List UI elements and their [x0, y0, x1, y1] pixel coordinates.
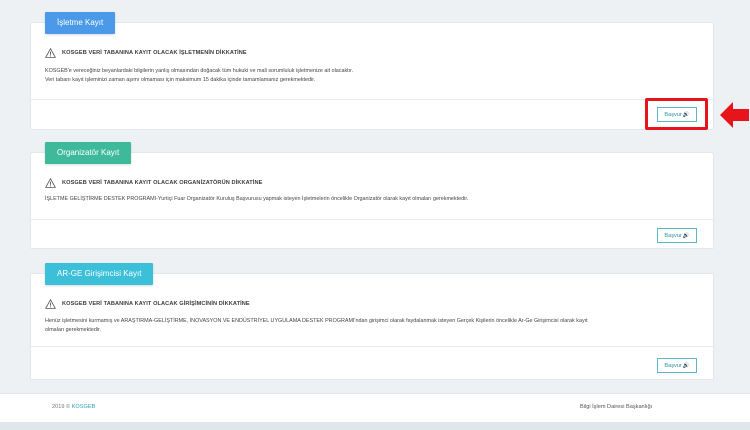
organizer-apply-button[interactable]: Başvur 🔊: [657, 228, 697, 243]
speaker-icon: 🔊: [682, 232, 690, 239]
rnd-divider: [31, 346, 713, 347]
footer: 2019 © KOSGEB Bilgi İşlem Dairesi Başkan…: [0, 393, 750, 422]
rnd-info-line: Henüz işletmesini kurmamış ve ARAŞTIRMA-…: [45, 318, 588, 324]
highlight-box: [645, 98, 708, 130]
red-arrow-left-icon: [720, 102, 749, 128]
organizer-registration-header: Organizatör Kayıt: [45, 142, 132, 164]
business-info: KOSGEB'e vereceğiniz beyanlardaki bilgil…: [45, 67, 699, 85]
warning-triangle-icon: [45, 48, 56, 58]
speaker-icon: 🔊: [682, 362, 690, 369]
business-info-line: Veri tabanı kayıt işleminizi zaman aşımı…: [45, 77, 316, 83]
rnd-entrepreneur-registration-header: AR-GE Girişimcisi Kayıt: [45, 263, 154, 285]
organizer-warning: KOSGEB VERİ TABANINA KAYIT OLACAK ORGANİ…: [45, 178, 262, 188]
organizer-apply-label: Başvur: [664, 232, 682, 239]
business-registration-card: İşletme Kayıt KOSGEB VERİ TABANINA KAYIT…: [30, 12, 714, 130]
organizer-warning-text: KOSGEB VERİ TABANINA KAYIT OLACAK ORGANİ…: [62, 180, 263, 186]
rnd-apply-button[interactable]: Başvur 🔊: [657, 358, 697, 373]
rnd-info: Henüz işletmesini kurmamış ve ARAŞTIRMA-…: [45, 317, 699, 335]
rnd-entrepreneur-registration-card: AR-GE Girişimcisi Kayıt KOSGEB VERİ TABA…: [30, 263, 714, 380]
organizer-registration-card: Organizatör Kayıt KOSGEB VERİ TABANINA K…: [30, 142, 714, 249]
rnd-apply-label: Başvur: [664, 362, 682, 369]
organizer-info: İŞLETME GELİŞTİRME DESTEK PROGRAMI-Yurti…: [45, 195, 699, 204]
footer-department: Bilgi İşlem Dairesi Başkanlığı: [580, 404, 653, 410]
organizer-info-line: İŞLETME GELİŞTİRME DESTEK PROGRAMI-Yurti…: [45, 196, 469, 202]
business-warning-text: KOSGEB VERİ TABANINA KAYIT OLACAK İŞLETM…: [62, 50, 247, 56]
footer-brand-link[interactable]: KOSGEB: [72, 404, 96, 410]
rnd-info-line: olmaları gerekmektedir.: [45, 327, 102, 333]
footer-copyright-text: 2019 ©: [52, 404, 71, 410]
business-registration-header: İşletme Kayıt: [45, 12, 116, 34]
warning-triangle-icon: [45, 178, 56, 188]
warning-triangle-icon: [45, 299, 56, 309]
business-info-line: KOSGEB'e vereceğiniz beyanlardaki bilgil…: [45, 68, 354, 74]
rnd-warning-text: KOSGEB VERİ TABANINA KAYIT OLACAK GİRİŞİ…: [62, 301, 250, 307]
organizer-divider: [31, 219, 713, 220]
footer-copyright: 2019 © KOSGEB: [52, 404, 95, 410]
business-divider: [31, 99, 713, 100]
rnd-warning: KOSGEB VERİ TABANINA KAYIT OLACAK GİRİŞİ…: [45, 299, 250, 309]
bottom-strip: [0, 422, 750, 430]
business-warning: KOSGEB VERİ TABANINA KAYIT OLACAK İŞLETM…: [45, 48, 247, 58]
